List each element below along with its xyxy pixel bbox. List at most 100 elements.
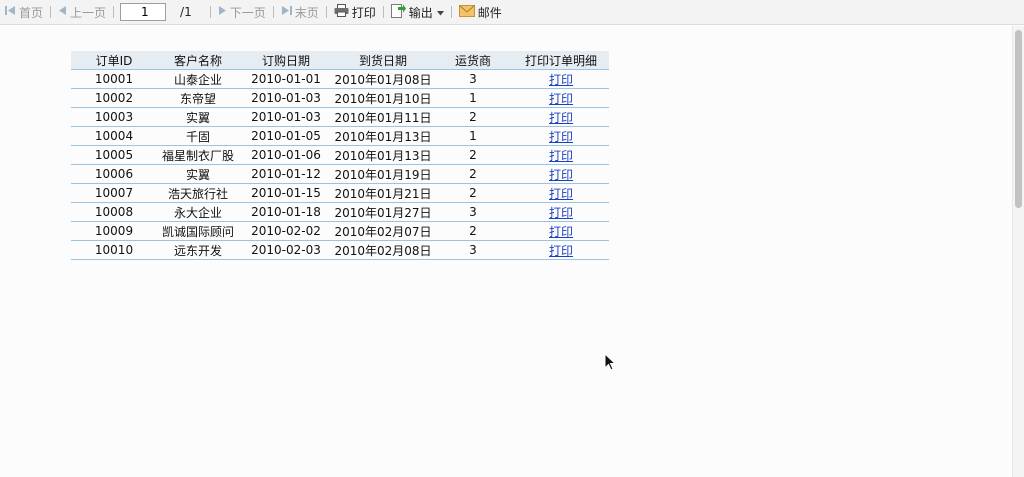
order-id-cell: 10006 (71, 164, 157, 184)
customer-name-cell: 凯诚国际顾问 (157, 221, 239, 241)
customer-name-cell: 永大企业 (157, 202, 239, 222)
next-page-icon (218, 5, 227, 19)
shipper-cell: 2 (433, 221, 513, 241)
customer-name-cell: 实翼 (157, 107, 239, 127)
arrival-date-cell: 2010年01月11日 (333, 107, 433, 127)
table-row: 10001 山泰企业 2010-01-01 2010年01月08日 3 打印 (71, 69, 609, 89)
previous-page-label: 上一页 (70, 5, 107, 20)
order-date-cell: 2010-01-05 (239, 126, 333, 146)
previous-page-icon (58, 5, 67, 19)
print-label: 打印 (351, 5, 376, 20)
print-link[interactable]: 打印 (549, 111, 573, 125)
table-row: 10004 千固 2010-01-05 2010年01月13日 1 打印 (71, 126, 609, 146)
arrival-date-cell: 2010年02月08日 (333, 240, 433, 260)
order-id-cell: 10004 (71, 126, 157, 146)
table-row: 10008 永大企业 2010-01-18 2010年01月27日 3 打印 (71, 202, 609, 222)
print-cell: 打印 (513, 164, 609, 184)
print-link[interactable]: 打印 (549, 92, 573, 106)
vertical-scrollbar[interactable] (1012, 26, 1024, 477)
order-date-cell: 2010-01-12 (239, 164, 333, 184)
arrival-date-cell: 2010年01月19日 (333, 164, 433, 184)
table-row: 10005 福星制衣厂股 2010-01-06 2010年01月13日 2 打印 (71, 145, 609, 165)
table-row: 10009 凯诚国际顾问 2010-02-02 2010年02月07日 2 打印 (71, 221, 609, 241)
caret-down-icon[interactable] (436, 5, 444, 19)
print-link[interactable]: 打印 (549, 206, 573, 220)
shipper-cell: 1 (433, 126, 513, 146)
header-order-date: 订购日期 (239, 51, 333, 70)
report-content: 订单ID 客户名称 订购日期 到货日期 运货商 打印订单明细 10001 山泰企… (0, 26, 1012, 477)
print-link[interactable]: 打印 (549, 187, 573, 201)
next-page-button[interactable]: 下一页 (215, 1, 269, 23)
toolbar-divider (50, 6, 52, 18)
toolbar-divider (450, 6, 452, 18)
table-row: 10003 实翼 2010-01-03 2010年01月11日 2 打印 (71, 107, 609, 127)
toolbar-divider (272, 6, 274, 18)
order-date-cell: 2010-01-03 (239, 88, 333, 108)
print-link[interactable]: 打印 (549, 73, 573, 87)
order-date-cell: 2010-01-15 (239, 183, 333, 203)
arrival-date-cell: 2010年01月13日 (333, 145, 433, 165)
print-link[interactable]: 打印 (549, 244, 573, 258)
order-id-cell: 10007 (71, 183, 157, 203)
print-link[interactable]: 打印 (549, 225, 573, 239)
last-page-icon (281, 5, 292, 19)
order-id-cell: 10008 (71, 202, 157, 222)
customer-name-cell: 东帝望 (157, 88, 239, 108)
print-cell: 打印 (513, 240, 609, 260)
export-label: 输出 (408, 5, 433, 20)
table-row: 10010 远东开发 2010-02-03 2010年02月08日 3 打印 (71, 240, 609, 260)
last-page-button[interactable]: 末页 (278, 1, 322, 23)
arrival-date-cell: 2010年01月08日 (333, 69, 433, 89)
toolbar-divider (113, 6, 115, 18)
customer-name-cell: 远东开发 (157, 240, 239, 260)
scrollbar-thumb[interactable] (1015, 30, 1022, 208)
header-print-detail: 打印订单明细 (513, 51, 609, 70)
print-link[interactable]: 打印 (549, 130, 573, 144)
first-page-button[interactable]: 首页 (2, 1, 46, 23)
print-cell: 打印 (513, 88, 609, 108)
order-date-cell: 2010-01-06 (239, 145, 333, 165)
order-date-cell: 2010-02-02 (239, 221, 333, 241)
order-date-cell: 2010-01-01 (239, 69, 333, 89)
table-row: 10002 东帝望 2010-01-03 2010年01月10日 1 打印 (71, 88, 609, 108)
order-date-cell: 2010-01-03 (239, 107, 333, 127)
print-button[interactable]: 打印 (331, 1, 379, 23)
order-date-cell: 2010-02-03 (239, 240, 333, 260)
customer-name-cell: 实翼 (157, 164, 239, 184)
customer-name-cell: 浩天旅行社 (157, 183, 239, 203)
export-icon (390, 3, 406, 21)
order-table: 订单ID 客户名称 订购日期 到货日期 运货商 打印订单明细 10001 山泰企… (71, 51, 609, 260)
print-cell: 打印 (513, 145, 609, 165)
shipper-cell: 3 (433, 240, 513, 260)
toolbar-divider (209, 6, 211, 18)
shipper-cell: 2 (433, 107, 513, 127)
shipper-cell: 1 (433, 88, 513, 108)
page-number-input[interactable] (120, 3, 167, 21)
export-button[interactable]: 输出 (388, 1, 447, 23)
next-page-label: 下一页 (229, 5, 266, 20)
print-link[interactable]: 打印 (549, 149, 573, 163)
printer-icon (334, 4, 349, 20)
order-id-cell: 10010 (71, 240, 157, 260)
mail-icon (458, 4, 475, 20)
shipper-cell: 2 (433, 164, 513, 184)
report-toolbar: 首页 上一页 /1 下一页 末页 打印 输出 (0, 0, 1024, 25)
last-page-label: 末页 (294, 5, 319, 20)
customer-name-cell: 千固 (157, 126, 239, 146)
print-cell: 打印 (513, 221, 609, 241)
mouse-pointer-icon (604, 352, 617, 374)
page-total: /1 (180, 5, 192, 19)
arrival-date-cell: 2010年01月10日 (333, 88, 433, 108)
order-date-cell: 2010-01-18 (239, 202, 333, 222)
print-link[interactable]: 打印 (549, 168, 573, 182)
table-row: 10007 浩天旅行社 2010-01-15 2010年01月21日 2 打印 (71, 183, 609, 203)
order-id-cell: 10005 (71, 145, 157, 165)
mail-button[interactable]: 邮件 (456, 1, 505, 23)
print-cell: 打印 (513, 107, 609, 127)
shipper-cell: 3 (433, 202, 513, 222)
previous-page-button[interactable]: 上一页 (55, 1, 109, 23)
order-id-cell: 10001 (71, 69, 157, 89)
table-row: 10006 实翼 2010-01-12 2010年01月19日 2 打印 (71, 164, 609, 184)
shipper-cell: 3 (433, 69, 513, 89)
order-id-cell: 10002 (71, 88, 157, 108)
